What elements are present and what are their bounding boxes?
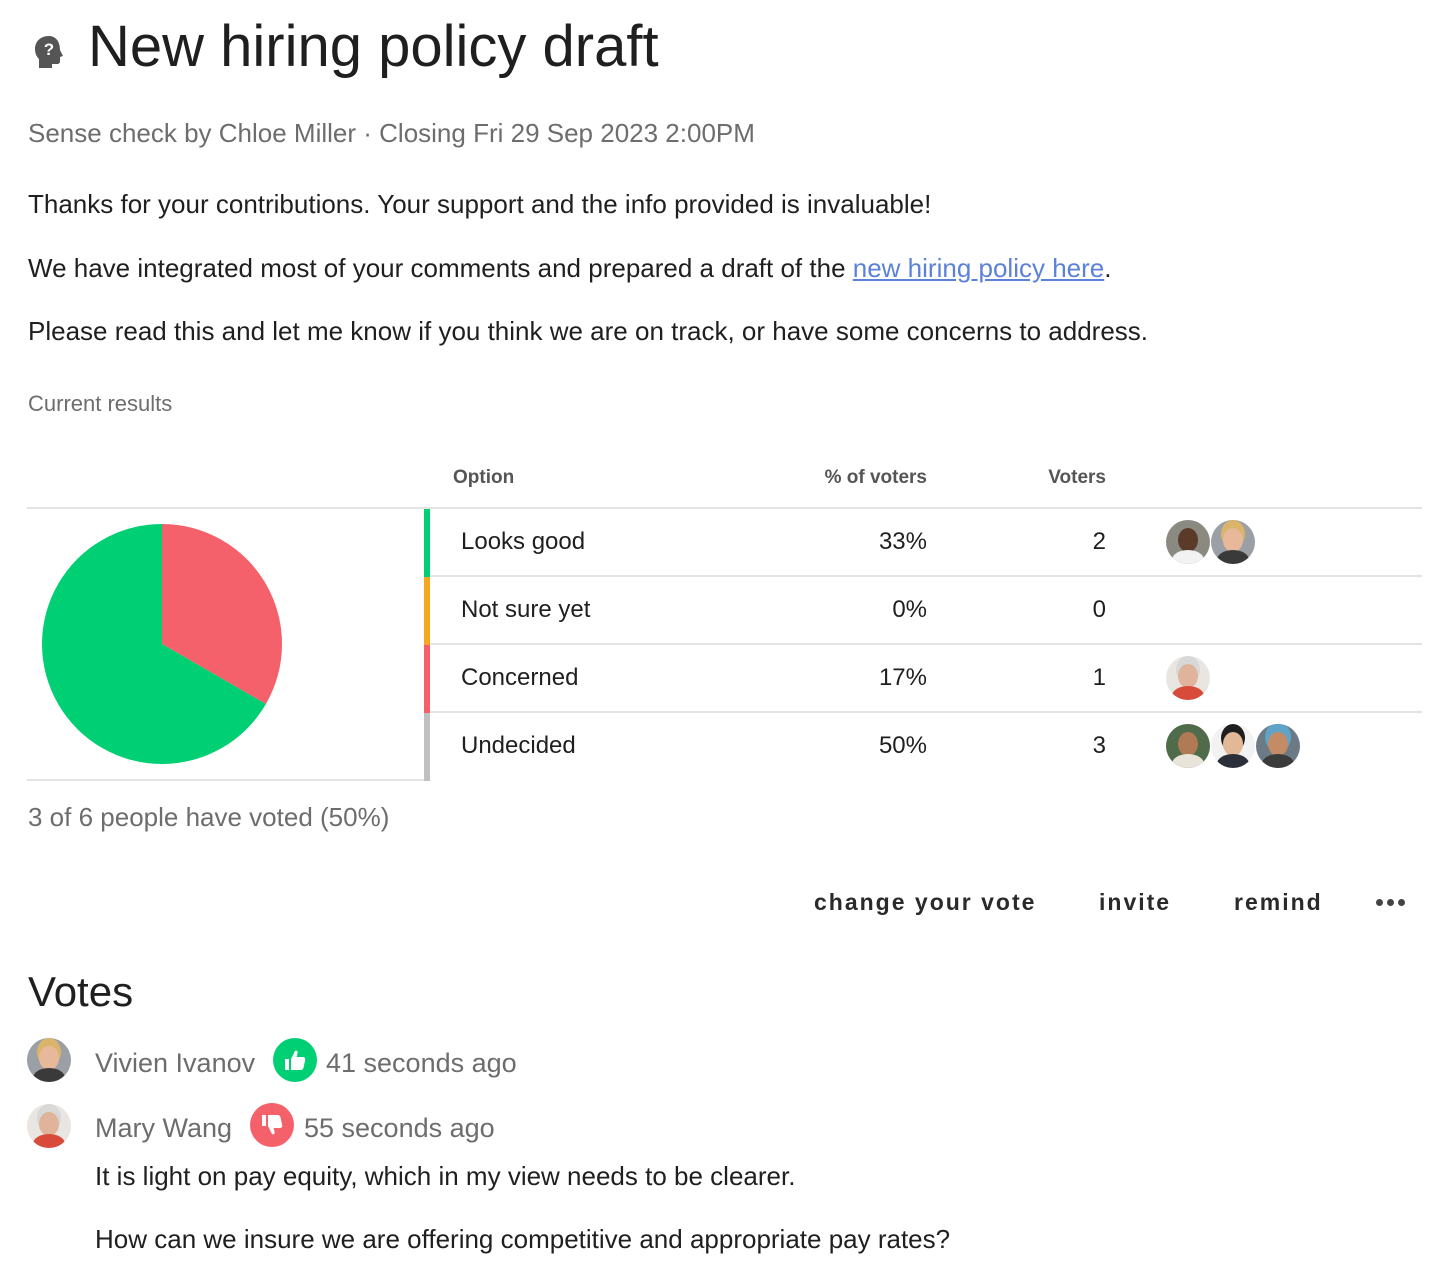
option-voter-count: 3 — [1092, 732, 1106, 759]
svg-text:?: ? — [44, 40, 54, 59]
voter-name[interactable]: Mary Wang — [95, 1110, 232, 1146]
option-color-stripe — [424, 713, 430, 781]
column-header-percent: % of voters — [824, 467, 927, 488]
voter-name[interactable]: Vivien Ivanov — [95, 1045, 255, 1081]
avatar[interactable] — [27, 1038, 71, 1082]
option-voter-avatars — [1166, 644, 1210, 712]
option-name: Looks good — [461, 528, 586, 555]
option-percent: 33% — [878, 528, 927, 555]
option-voter-count: 0 — [1092, 596, 1106, 623]
column-header-voters: Voters — [1048, 467, 1106, 488]
more-dots-icon[interactable] — [1370, 884, 1410, 920]
vote-comment-line: It is light on pay equity, which in my v… — [95, 1161, 796, 1191]
thumbs-up-icon — [273, 1038, 317, 1082]
question-head-icon: ? — [33, 34, 65, 70]
option-voter-count: 1 — [1092, 664, 1106, 691]
vote-time: 41 seconds ago — [326, 1048, 517, 1078]
option-name: Undecided — [461, 732, 576, 759]
option-name: Concerned — [461, 664, 579, 691]
option-voter-avatars — [1166, 508, 1255, 576]
option-name: Not sure yet — [461, 596, 591, 623]
description-paragraph-2: We have integrated most of your comments… — [28, 251, 1111, 285]
option-percent: 0% — [892, 596, 927, 623]
avatar[interactable] — [1166, 656, 1210, 700]
thumbs-down-icon — [250, 1103, 294, 1147]
avatar[interactable] — [1256, 724, 1300, 768]
page-title: New hiring policy draft — [88, 14, 659, 79]
change-vote-button[interactable]: change your vote — [814, 882, 1036, 922]
results-pie-chart — [27, 509, 423, 781]
chart-bottom-rule — [27, 779, 427, 781]
current-results-label: Current results — [28, 391, 173, 416]
paragraph-2-end: . — [1104, 253, 1112, 283]
option-percent: 17% — [878, 664, 927, 691]
description-paragraph-1: Thanks for your contributions. Your supp… — [28, 189, 932, 219]
vote-comment-line: How can we insure we are offering compet… — [95, 1224, 951, 1254]
description-paragraph-3: Please read this and let me know if you … — [28, 316, 1149, 346]
avatar[interactable] — [1211, 724, 1255, 768]
avatar[interactable] — [1211, 520, 1255, 564]
avatar[interactable] — [1166, 724, 1210, 768]
option-percent: 50% — [878, 732, 927, 759]
votes-heading: Votes — [28, 968, 134, 1015]
option-voter-avatars — [1166, 712, 1300, 780]
paragraph-2-text: We have integrated most of your comments… — [28, 253, 853, 283]
vote-time: 55 seconds ago — [304, 1113, 495, 1143]
avatar[interactable] — [1166, 520, 1210, 564]
option-color-stripe — [424, 509, 430, 577]
poll-subtitle: Sense check by Chloe Miller · Closing Fr… — [28, 118, 755, 148]
column-header-option: Option — [453, 467, 515, 488]
remind-button[interactable]: remind — [1234, 882, 1323, 922]
option-color-stripe — [424, 645, 430, 713]
hiring-policy-link[interactable]: new hiring policy here — [853, 253, 1104, 283]
invite-button[interactable]: invite — [1099, 882, 1171, 922]
option-color-stripe — [424, 577, 430, 645]
voted-summary: 3 of 6 people have voted (50%) — [28, 802, 390, 832]
option-voter-count: 2 — [1092, 528, 1106, 555]
avatar[interactable] — [27, 1104, 71, 1148]
